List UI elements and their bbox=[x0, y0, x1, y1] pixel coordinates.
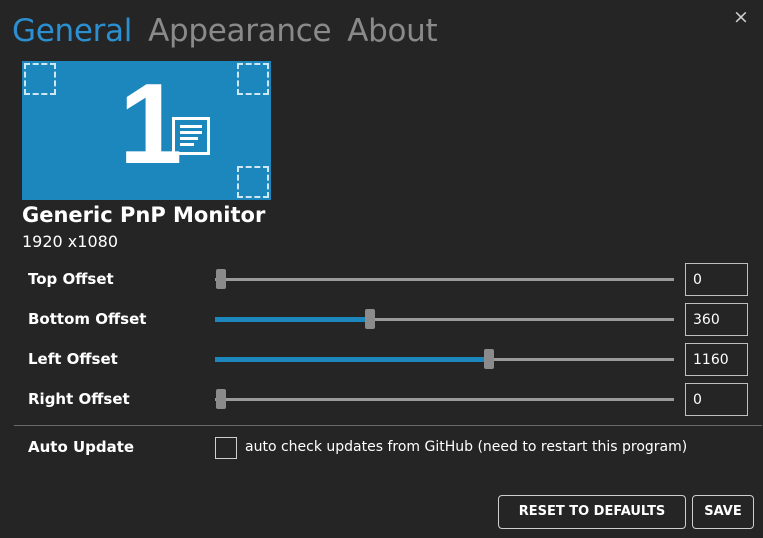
slider-thumb[interactable] bbox=[365, 309, 376, 329]
corner-top-right-selector[interactable] bbox=[237, 63, 269, 95]
auto-update-label: Auto Update bbox=[28, 438, 135, 456]
bottom-offset-label: Bottom Offset bbox=[28, 310, 147, 328]
offset-row-right: Right Offset bbox=[0, 380, 763, 420]
tab-bar: General Appearance About bbox=[12, 4, 453, 54]
slider-thumb[interactable] bbox=[216, 389, 226, 409]
monitor-name: Generic PnP Monitor bbox=[22, 203, 266, 227]
offset-row-bottom: Bottom Offset bbox=[0, 300, 763, 340]
right-offset-input[interactable] bbox=[685, 383, 748, 416]
save-button[interactable]: SAVE bbox=[692, 495, 754, 529]
corner-bottom-right-selector[interactable] bbox=[237, 166, 269, 198]
slider-fill bbox=[215, 357, 490, 362]
slider-thumb[interactable] bbox=[216, 269, 226, 289]
corner-top-left-selector[interactable] bbox=[24, 63, 56, 95]
reset-to-defaults-button[interactable]: RESET TO DEFAULTS bbox=[498, 495, 686, 529]
bottom-offset-input[interactable] bbox=[685, 303, 748, 336]
tab-about[interactable]: About bbox=[347, 8, 437, 54]
left-offset-label: Left Offset bbox=[28, 350, 118, 368]
top-offset-slider[interactable] bbox=[215, 269, 674, 289]
right-offset-label: Right Offset bbox=[28, 390, 130, 408]
tab-appearance[interactable]: Appearance bbox=[148, 8, 331, 54]
monitor-preview: 1 bbox=[22, 61, 271, 200]
offset-row-top: Top Offset bbox=[0, 260, 763, 300]
close-icon[interactable]: × bbox=[731, 7, 751, 27]
auto-update-checkbox[interactable] bbox=[215, 437, 237, 459]
top-offset-label: Top Offset bbox=[28, 270, 114, 288]
tab-general[interactable]: General bbox=[12, 8, 132, 54]
bottom-offset-slider[interactable] bbox=[215, 309, 674, 329]
document-icon bbox=[172, 117, 210, 155]
left-offset-slider[interactable] bbox=[215, 349, 674, 369]
slider-fill bbox=[215, 317, 371, 322]
divider bbox=[14, 425, 762, 426]
auto-update-checkbox-label[interactable]: auto check updates from GitHub (need to … bbox=[245, 439, 687, 455]
slider-thumb[interactable] bbox=[484, 349, 495, 369]
monitor-resolution: 1920 x1080 bbox=[22, 232, 118, 251]
left-offset-input[interactable] bbox=[685, 343, 748, 376]
top-offset-input[interactable] bbox=[685, 263, 748, 296]
right-offset-slider[interactable] bbox=[215, 389, 674, 409]
offset-row-left: Left Offset bbox=[0, 340, 763, 380]
